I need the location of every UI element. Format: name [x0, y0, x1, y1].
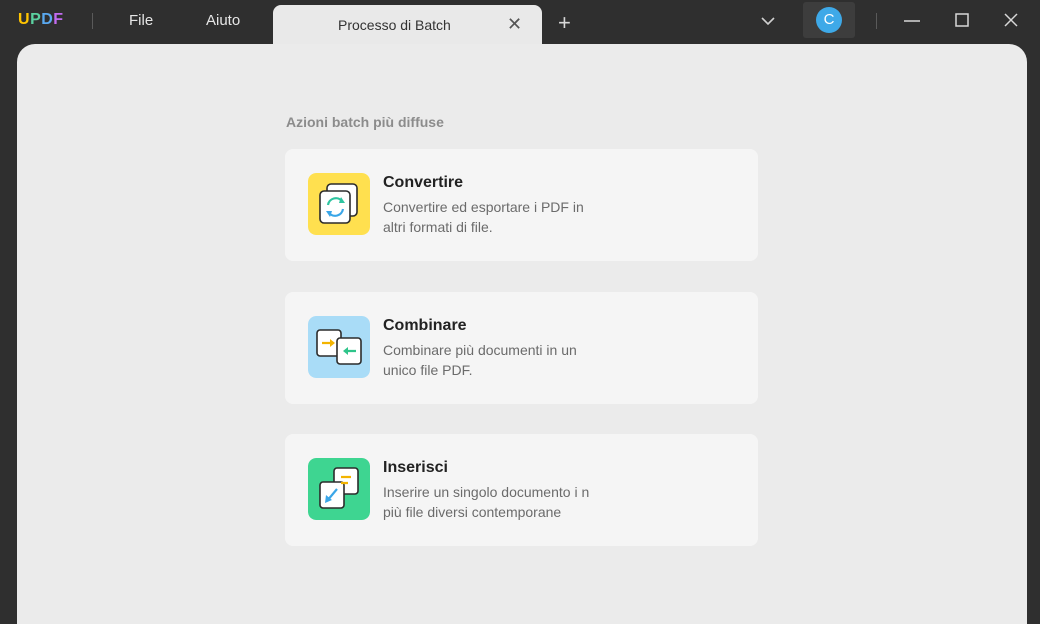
new-tab-icon[interactable]: +	[558, 12, 571, 34]
avatar: C	[816, 7, 842, 33]
action-card-combine[interactable]: Combinare Combinare più documenti in un …	[285, 292, 758, 404]
action-title: Convertire	[383, 174, 464, 191]
menu-help[interactable]: Aiuto	[206, 12, 240, 29]
action-description: Combinare più documenti in un unico file…	[383, 342, 577, 378]
title-bar: UPDF File Aiuto Processo di Batch ✕ + C	[0, 0, 1040, 45]
action-title: Inserisci	[383, 459, 448, 476]
account-button[interactable]: C	[803, 2, 855, 38]
logo-letter-u: U	[18, 11, 31, 28]
chevron-down-icon[interactable]	[760, 13, 776, 29]
window-controls-divider	[876, 13, 877, 29]
section-title: Azioni batch più diffuse	[286, 114, 444, 130]
logo-letter-f: F	[53, 11, 64, 28]
menu-file[interactable]: File	[129, 12, 153, 29]
tab-close-icon[interactable]: ✕	[507, 14, 522, 34]
insert-icon	[308, 458, 370, 520]
logo-letter-p: P	[30, 11, 42, 28]
action-description: Convertire ed esportare i PDF in altri f…	[383, 199, 584, 235]
minimize-icon[interactable]	[903, 12, 921, 30]
action-card-convert[interactable]: Convertire Convertire ed esportare i PDF…	[285, 149, 758, 261]
combine-icon	[308, 316, 370, 378]
action-description: Inserire un singolo documento i n più fi…	[383, 484, 590, 520]
convert-icon	[308, 173, 370, 235]
logo-letter-d: D	[41, 11, 54, 28]
tab-title: Processo di Batch	[338, 17, 451, 33]
action-title: Combinare	[383, 317, 467, 334]
close-window-icon[interactable]	[1003, 12, 1019, 28]
tab-batch-process[interactable]: Processo di Batch ✕	[273, 5, 542, 45]
updf-logo[interactable]: UPDF	[18, 11, 64, 29]
maximize-icon[interactable]	[954, 12, 970, 28]
action-card-insert[interactable]: Inserisci Inserire un singolo documento …	[285, 434, 758, 546]
menu-divider	[92, 13, 93, 29]
